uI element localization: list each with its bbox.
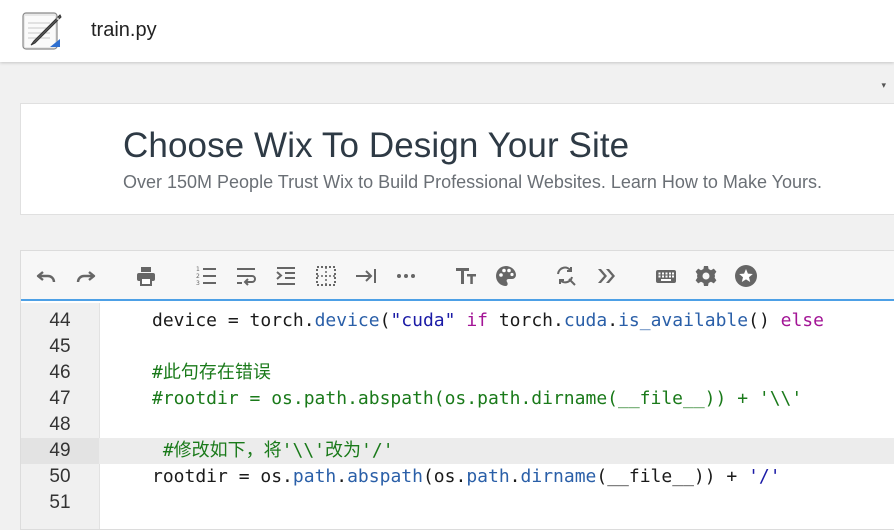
line-number: 51 [49, 492, 71, 513]
code-text[interactable]: rootdir = os.path.abspath(os.path.dirnam… [152, 464, 781, 490]
code-token-kw: else [780, 310, 824, 331]
ad-banner[interactable]: Choose Wix To Design Your Site Over 150M… [20, 103, 894, 215]
code-text[interactable]: device = torch.device("cuda" if torch.cu… [152, 308, 824, 334]
code-token-plain: . [607, 310, 619, 331]
font-size-icon[interactable] [453, 263, 479, 289]
ad-headline[interactable]: Choose Wix To Design Your Site [123, 126, 629, 166]
line-number: 47 [49, 388, 71, 409]
code-line[interactable]: 50 rootdir = os.path.abspath(os.path.dirn… [21, 464, 894, 490]
code-token-cmt: #rootdir = os.path.abspath(os.path.dirna… [152, 388, 803, 409]
print-icon[interactable] [133, 263, 159, 289]
code-token-plain: () [748, 310, 781, 331]
code-token-plain: rootdir = os. [152, 466, 293, 487]
code-token-attr: is_available [618, 310, 749, 331]
code-token-attr: path [466, 466, 510, 487]
code-token-str: "cuda" [390, 310, 456, 331]
code-token-attr: cuda [563, 310, 608, 331]
indent-icon[interactable] [273, 263, 299, 289]
file-title: train.py [91, 19, 157, 41]
ad-choices-marker[interactable]: ▾ [881, 80, 886, 91]
tab-arrow-icon[interactable] [353, 263, 379, 289]
undo-icon[interactable] [33, 263, 59, 289]
line-number: 49 [21, 438, 99, 464]
code-text[interactable]: #此句存在错误 [152, 360, 271, 386]
code-token-attr: dirname [520, 466, 597, 487]
code-token-attr: path [292, 466, 337, 487]
line-number: 46 [49, 362, 71, 383]
ad-subline: Over 150M People Trust Wix to Build Prof… [123, 172, 822, 192]
code-line[interactable]: 48 [21, 412, 894, 438]
svg-text:1: 1 [196, 266, 200, 273]
code-token-kw: if [466, 310, 488, 331]
keyboard-icon[interactable] [653, 263, 679, 289]
code-token-plain: ( [379, 310, 391, 331]
line-number: 44 [49, 310, 71, 331]
code-token-attr: device [314, 310, 380, 331]
wrap-text-icon[interactable] [233, 263, 259, 289]
select-all-icon[interactable] [313, 263, 339, 289]
palette-icon[interactable] [493, 263, 519, 289]
code-token-attr: abspath [347, 466, 423, 487]
code-editor[interactable]: 123 44 device = torch.device("cuda" if t… [20, 250, 894, 530]
code-line[interactable]: 51 [21, 490, 894, 516]
top-bar: train.py [0, 0, 894, 62]
code-token-plain: (os. [422, 466, 467, 487]
code-line[interactable]: 46 #此句存在错误 [21, 360, 894, 386]
code-token-plain: . [336, 466, 348, 487]
gear-icon[interactable] [693, 263, 719, 289]
code-token-str: '/' [748, 466, 781, 487]
code-line[interactable]: 47 #rootdir = os.path.abspath(os.path.dir… [21, 386, 894, 412]
code-token-plain: . [509, 466, 521, 487]
code-line[interactable]: 49 #修改如下，将'\\'改为'/' [21, 438, 894, 464]
notepad-pen-icon[interactable] [20, 9, 64, 53]
double-chevron-right-icon[interactable] [593, 263, 619, 289]
editor-toolbar: 123 [21, 251, 894, 301]
code-line[interactable]: 45 [21, 334, 894, 360]
numbered-list-icon[interactable]: 123 [193, 263, 219, 289]
svg-text:3: 3 [196, 280, 200, 287]
code-token-plain: (__file__)) + [596, 466, 749, 487]
code-token-cmt: #修改如下，将'\\'改为'/' [152, 440, 394, 461]
code-lines[interactable]: 44 device = torch.device("cuda" if torch.… [21, 308, 894, 516]
code-token-cmt: #此句存在错误 [152, 362, 271, 383]
line-number: 48 [49, 414, 71, 435]
code-token-plain: torch. [488, 310, 564, 331]
line-number: 45 [49, 336, 71, 357]
line-number: 50 [49, 466, 71, 487]
find-replace-icon[interactable] [553, 263, 579, 289]
star-icon[interactable] [733, 263, 759, 289]
svg-text:2: 2 [196, 273, 200, 280]
code-token-plain: device = torch. [152, 310, 315, 331]
redo-icon[interactable] [73, 263, 99, 289]
code-text[interactable]: #rootdir = os.path.abspath(os.path.dirna… [152, 386, 802, 412]
code-text[interactable]: #修改如下，将'\\'改为'/' [152, 438, 394, 464]
code-line[interactable]: 44 device = torch.device("cuda" if torch.… [21, 308, 894, 334]
more-icon[interactable] [393, 263, 419, 289]
